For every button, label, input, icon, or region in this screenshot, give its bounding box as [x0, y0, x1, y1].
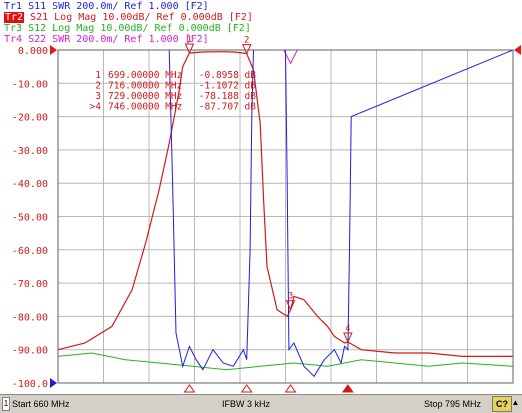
start-frequency[interactable]: Start 660 MHz — [12, 399, 70, 409]
trace-settings: S12 Log Mag 10.00dB/ Ref 0.000dB [F2] — [22, 23, 251, 34]
marker-table-value: -0.8958 dB — [199, 70, 256, 81]
y-tick-label: -100.0 — [12, 379, 48, 390]
y-tick-label: -60.00 — [12, 246, 48, 257]
y-tick-label: -30.00 — [12, 146, 48, 157]
status-bar: 1 Start 660 MHz IFBW 3 kHz Stop 795 MHz … — [0, 394, 522, 413]
trace-line-tr1[interactable]: Tr1 S11 SWR 200.0m/ Ref 1.000 [F2] — [4, 1, 209, 12]
marker-3-axis-tick — [284, 384, 297, 393]
y-tick-label: -40.00 — [12, 179, 48, 190]
ifbw[interactable]: IFBW 3 kHz — [222, 399, 270, 409]
marker-table-id: 2 — [95, 81, 101, 92]
y-tick-label: -70.00 — [12, 279, 48, 290]
y-tick-label: 0.000 — [18, 46, 48, 57]
trace-id[interactable]: Tr2 — [4, 12, 25, 23]
channel-indicator[interactable]: 1 — [2, 397, 10, 411]
marker-table-id: 3 — [95, 91, 101, 102]
trace-line-tr2[interactable]: Tr2 S21 Log Mag 10.00dB/ Ref 0.000dB [F2… — [4, 12, 253, 23]
marker-table-freq: 729.00000 MHz — [108, 91, 182, 102]
scale-left-arrow-icon — [50, 378, 57, 388]
marker-4-axis-tick — [341, 384, 354, 393]
y-tick-label: -20.00 — [12, 113, 48, 124]
vna-screen: 0.000 -10.00 -20.00 -30.00 -40.00 -50.00 -60.0… — [0, 0, 522, 413]
plot-area[interactable]: 0.000 -10.00 -20.00 -30.00 -40.00 -50.00 -60.0… — [0, 0, 522, 394]
trace-settings: S21 Log Mag 10.00dB/ Ref 0.000dB [F2] — [24, 12, 253, 23]
y-tick-label: -50.00 — [12, 213, 48, 224]
trace-line-tr4[interactable]: Tr4 S22 SWR 200.0m/ Ref 1.000 [F2] — [4, 34, 209, 45]
marker-2-axis-tick — [240, 384, 253, 393]
marker-1-symbol — [184, 43, 195, 55]
marker-table-id: 1 — [95, 70, 101, 81]
marker-3-label: 3 — [288, 292, 293, 302]
trace-id[interactable]: Tr4 — [4, 34, 22, 45]
marker-table-id: >4 — [90, 102, 102, 113]
y-tick-labels: 0.000 -10.00 -20.00 -30.00 -40.00 -50.00 -60.0… — [12, 46, 48, 390]
marker-table-freq: 716.00000 MHz — [108, 81, 182, 92]
marker-table-freq: 699.00000 MHz — [108, 70, 182, 81]
y-tick-label: -90.00 — [12, 346, 48, 357]
marker-table-value: -1.1072 dB — [199, 81, 256, 92]
trace-header: Tr1 S11 SWR 200.0m/ Ref 1.000 [F2] Tr2 S2… — [0, 0, 522, 45]
stop-frequency[interactable]: Stop 795 MHz — [424, 399, 481, 409]
y-tick-label: -10.00 — [12, 79, 48, 90]
marker-2-symbol — [241, 44, 252, 55]
trace-id[interactable]: Tr3 — [4, 23, 22, 34]
ref-level-left-arrow-icon — [50, 45, 57, 55]
y-tick-label: -80.00 — [12, 312, 48, 323]
marker-table: 1 699.00000 MHz -0.8958 dB 2 716.00000 MHz -1… — [90, 70, 257, 113]
marker-table-value: -87.707 dB — [199, 102, 256, 113]
marker-table-freq: 746.00000 MHz — [108, 102, 182, 113]
trace-settings: S22 SWR 200.0m/ Ref 1.000 [F2] — [22, 34, 209, 45]
correction-badge[interactable]: C? — [492, 396, 512, 412]
trace-settings: S11 SWR 200.0m/ Ref 1.000 [F2] — [22, 1, 209, 12]
ref-level-right-arrow-icon — [514, 45, 521, 55]
marker-table-value: -78.188 dB — [199, 91, 256, 102]
marker-4-label: 4 — [345, 324, 350, 334]
trace-id[interactable]: Tr1 — [4, 1, 22, 12]
trace-line-tr3[interactable]: Tr3 S12 Log Mag 10.00dB/ Ref 0.000dB [F2… — [4, 23, 251, 34]
marker-1-axis-tick — [183, 384, 196, 393]
softkey-arrow-icon[interactable]: ▲ — [511, 397, 520, 409]
